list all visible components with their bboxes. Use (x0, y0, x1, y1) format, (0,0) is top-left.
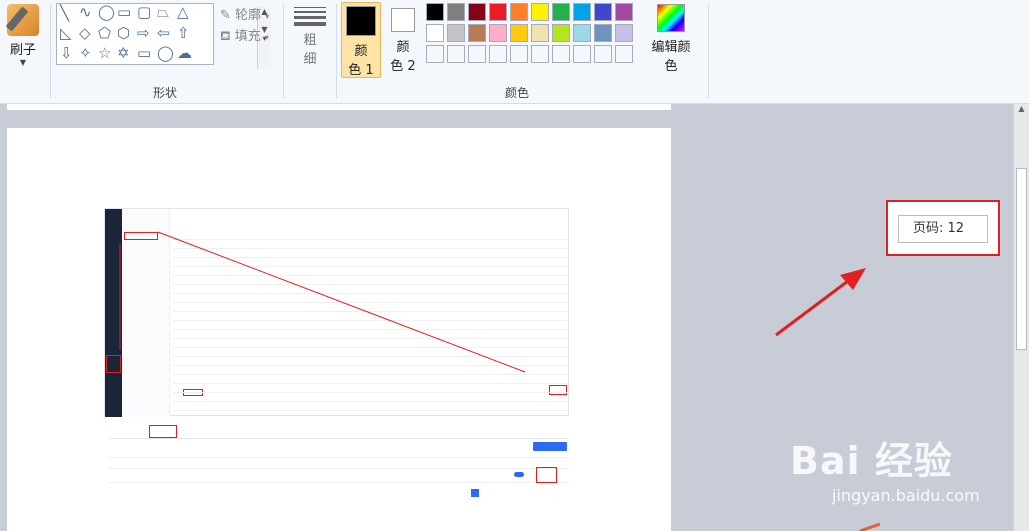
vertical-scrollbar[interactable]: ▲ (1013, 104, 1029, 531)
page-number-box: 页码: 12 (898, 215, 988, 243)
annotation-arrow-bottom (859, 522, 881, 531)
scroll-up-icon[interactable]: ▲ (1014, 104, 1029, 113)
scroll-thumb[interactable] (1016, 168, 1027, 350)
baidu-watermark-logo: Bai 经验 (790, 439, 953, 483)
baidu-watermark-url: jingyan.baidu.com (832, 486, 980, 505)
annotation-arrow-big (775, 273, 857, 337)
annotation-arrow-line (157, 231, 526, 373)
page-number-callout: 页码: 12 (886, 200, 1000, 256)
arrow-head-icon (840, 268, 866, 290)
